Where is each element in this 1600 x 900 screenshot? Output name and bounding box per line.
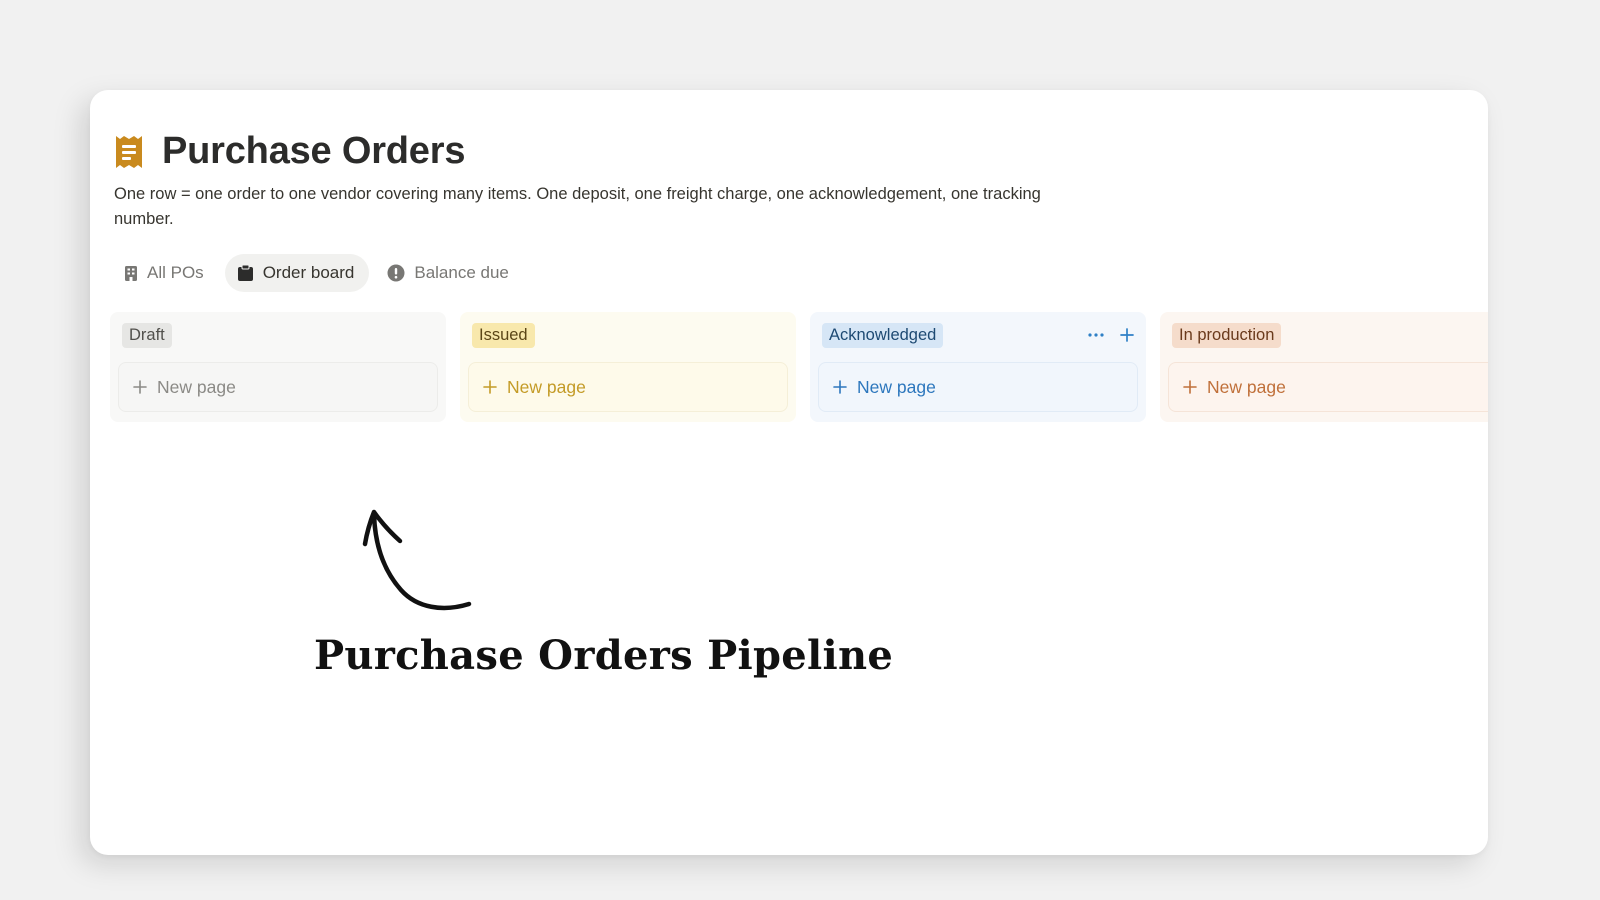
tab-balance-due[interactable]: Balance due: [375, 254, 524, 292]
view-tabs: All POs Order board Balance due: [112, 254, 524, 292]
page-header: Purchase Orders: [114, 130, 465, 173]
plus-icon: [1183, 380, 1197, 394]
column-header: Issued: [472, 322, 784, 348]
column-actions: [1088, 328, 1134, 342]
new-page-button[interactable]: New page: [1168, 362, 1488, 412]
new-page-label: New page: [1207, 376, 1286, 397]
column-header: Acknowledged: [822, 322, 1134, 348]
tab-label: Balance due: [414, 263, 509, 282]
page-title[interactable]: Purchase Orders: [162, 130, 465, 173]
alert-circle-icon: [387, 264, 405, 282]
tab-label: Order board: [262, 263, 355, 282]
plus-icon: [483, 380, 497, 394]
status-badge[interactable]: Acknowledged: [822, 322, 944, 348]
status-badge[interactable]: In production: [1172, 322, 1282, 348]
board-column-acknowledged: Acknowledged New page: [810, 312, 1146, 422]
add-icon[interactable]: [1120, 328, 1134, 342]
new-page-label: New page: [857, 376, 936, 397]
receipt-icon: [116, 135, 142, 168]
status-badge[interactable]: Draft: [122, 322, 172, 348]
tab-label: All POs: [147, 263, 204, 282]
more-options-icon[interactable]: [1088, 333, 1104, 337]
curved-arrow-icon: [362, 509, 472, 611]
annotation-label: Purchase Orders Pipeline: [314, 632, 894, 679]
clipboard-icon: [237, 264, 253, 281]
board-column-draft: Draft New page: [110, 312, 446, 422]
building-icon: [125, 265, 137, 281]
column-header: In production: [1172, 322, 1488, 348]
new-page-button[interactable]: New page: [118, 362, 438, 412]
tab-order-board[interactable]: Order board: [224, 254, 370, 292]
column-header: Draft: [122, 322, 434, 348]
new-page-button[interactable]: New page: [468, 362, 788, 412]
page-description: One row = one order to one vendor coveri…: [114, 185, 1041, 228]
new-page-button[interactable]: New page: [818, 362, 1138, 412]
plus-icon: [133, 380, 147, 394]
new-page-label: New page: [157, 376, 236, 397]
board-column-issued: Issued New page: [460, 312, 796, 422]
status-badge[interactable]: Issued: [472, 322, 535, 348]
tab-all-pos[interactable]: All POs: [112, 254, 219, 292]
plus-icon: [833, 380, 847, 394]
board-column-in-production: In production New page: [1160, 312, 1488, 422]
new-page-label: New page: [507, 376, 586, 397]
database-page: Purchase Orders One row = one order to o…: [90, 90, 1488, 855]
